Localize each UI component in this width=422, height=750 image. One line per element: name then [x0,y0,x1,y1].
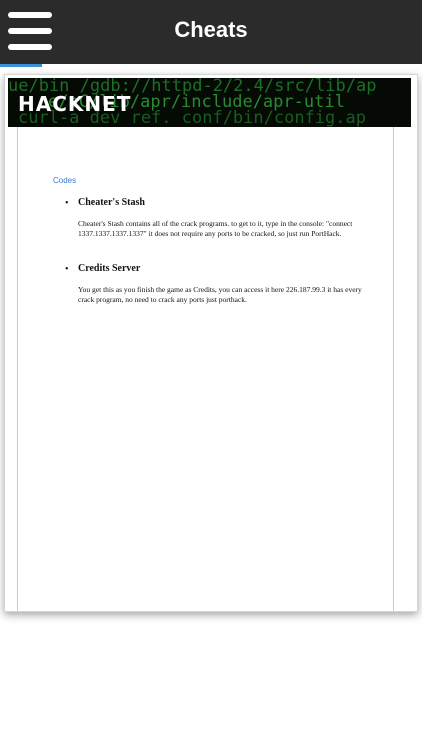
document-page: ue/bin /gdb://httpd-2/2.4/src/lib/ap e/a… [4,74,418,612]
hacknet-banner: ue/bin /gdb://httpd-2/2.4/src/lib/ap e/a… [8,78,411,127]
page-title: Cheats [174,17,248,42]
cheats-content: Codes • Cheater's Stash Cheater's Stash … [53,176,373,329]
item-title: Cheater's Stash [78,197,145,208]
list-item: • Credits Server You get this as you fin… [65,263,373,305]
item-body: Cheater's Stash contains all of the crac… [78,219,353,238]
item-title: Credits Server [78,263,141,274]
list-item: • Cheater's Stash Cheater's Stash contai… [65,197,373,239]
bullet-icon: • [65,198,69,209]
topbar-accent-bar [0,64,42,67]
bullet-icon: • [65,264,69,275]
codes-link[interactable]: Codes [53,176,373,185]
item-body: You get this as you finish the game as C… [78,285,362,304]
top-app-bar: Cheats [0,0,422,64]
hacknet-logo: HACKNET [18,92,132,116]
